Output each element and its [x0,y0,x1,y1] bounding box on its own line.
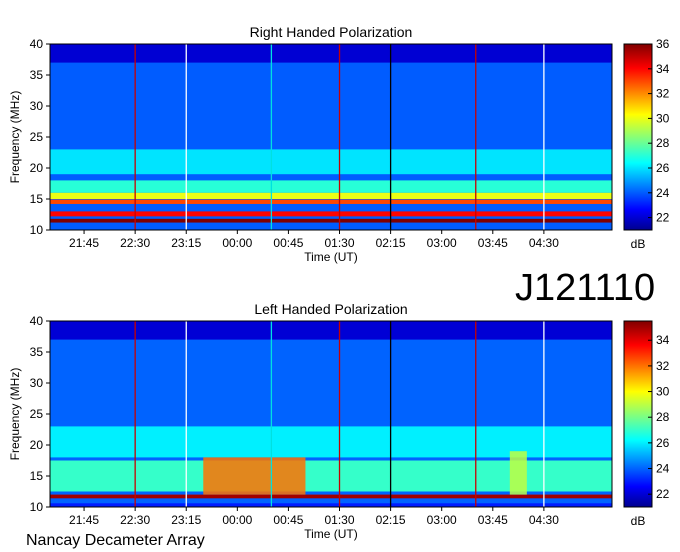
y-axis-label: Frequency (MHz) [8,368,22,461]
y-tick-label: 40 [30,314,44,328]
x-tick-label: 02:15 [376,236,406,250]
colorbar [623,43,653,231]
spectrogram-band [50,503,612,507]
colorbar-unit: dB [631,237,646,251]
colorbar-unit: dB [631,514,646,528]
spectrogram-band [50,494,612,499]
x-axis-label: Time (UT) [304,250,358,264]
spectrogram-band [50,426,612,458]
spectrogram-band [50,211,612,217]
instrument-name: Nancay Decameter Array [26,532,205,549]
colorbar-tick-label: 34 [656,62,670,76]
colorbar-tick-label: 24 [656,462,670,476]
radio-burst [203,457,306,495]
y-tick-label: 25 [30,130,44,144]
radio-burst [509,451,527,495]
x-tick-label: 00:45 [273,513,303,527]
y-axis-label: Frequency (MHz) [8,91,22,184]
x-tick-label: 04:30 [529,236,559,250]
colorbar-tick-label: 24 [656,186,670,200]
x-axis-label: Time (UT) [304,527,358,541]
spectrogram-band [50,44,612,63]
x-tick-label: 02:15 [376,513,406,527]
colorbar-tick-label: 30 [656,111,670,125]
x-tick-label: 22:30 [120,513,150,527]
colorbar-tick-label: 34 [656,333,670,347]
y-tick-label: 15 [30,192,44,206]
chart-title: Right Handed Polarization [250,24,413,40]
y-tick-label: 20 [30,438,44,452]
y-tick-label: 35 [30,68,44,82]
x-tick-label: 00:00 [222,236,252,250]
spectrogram-band [50,199,612,204]
colorbar [623,320,653,508]
y-tick-label: 10 [30,223,44,237]
colorbar-tick-label: 26 [656,161,670,175]
x-tick-label: 03:00 [427,236,457,250]
chart-title: Left Handed Polarization [254,301,407,317]
spectrogram-band [50,226,612,230]
y-tick-label: 10 [30,500,44,514]
x-tick-label: 03:45 [478,236,508,250]
colorbar-tick-label: 36 [656,37,670,51]
x-tick-label: 21:45 [69,236,99,250]
spectrogram-band [50,321,612,340]
colorbar-tick-label: 32 [656,359,670,373]
spectrogram-band [50,192,612,199]
x-tick-label: 23:15 [171,236,201,250]
spectrogram-band [50,87,612,144]
y-tick-label: 15 [30,469,44,483]
x-tick-label: 01:30 [324,236,354,250]
spectrogram-figure: Right Handed Polarization 10 15 20 25 30 35 40 2… [8,24,670,549]
spectrogram-band [50,218,612,223]
y-tick-label: 35 [30,345,44,359]
spectrogram-band [50,460,612,492]
right-polarization-panel: Right Handed Polarization 10 15 20 25 30 35 40 2… [8,24,670,264]
x-tick-label: 04:30 [529,513,559,527]
spectrogram-band [50,364,612,421]
y-tick-label: 30 [30,376,44,390]
x-tick-label: 01:30 [324,513,354,527]
spectrogram-band [50,180,612,193]
colorbar-tick-label: 22 [656,487,670,501]
x-tick-label: 03:45 [478,513,508,527]
x-tick-label: 22:30 [120,236,150,250]
y-tick-label: 30 [30,99,44,113]
x-tick-label: 00:45 [273,236,303,250]
x-tick-label: 21:45 [69,513,99,527]
x-tick-label: 23:15 [171,513,201,527]
colorbar-tick-label: 28 [656,136,670,150]
colorbar-tick-label: 28 [656,410,670,424]
y-tick-label: 25 [30,407,44,421]
y-tick-label: 40 [30,37,44,51]
x-tick-label: 03:00 [427,513,457,527]
colorbar-tick-label: 26 [656,436,670,450]
observation-id: J121110 [515,267,655,309]
colorbar-tick-label: 32 [656,87,670,101]
colorbar-tick-label: 30 [656,385,670,399]
colorbar-tick-label: 22 [656,211,670,225]
x-tick-label: 00:00 [222,513,252,527]
y-tick-label: 20 [30,161,44,175]
left-polarization-panel: Left Handed Polarization 10 15 20 25 30 35 40 21… [8,301,670,541]
spectrogram-band [50,149,612,175]
